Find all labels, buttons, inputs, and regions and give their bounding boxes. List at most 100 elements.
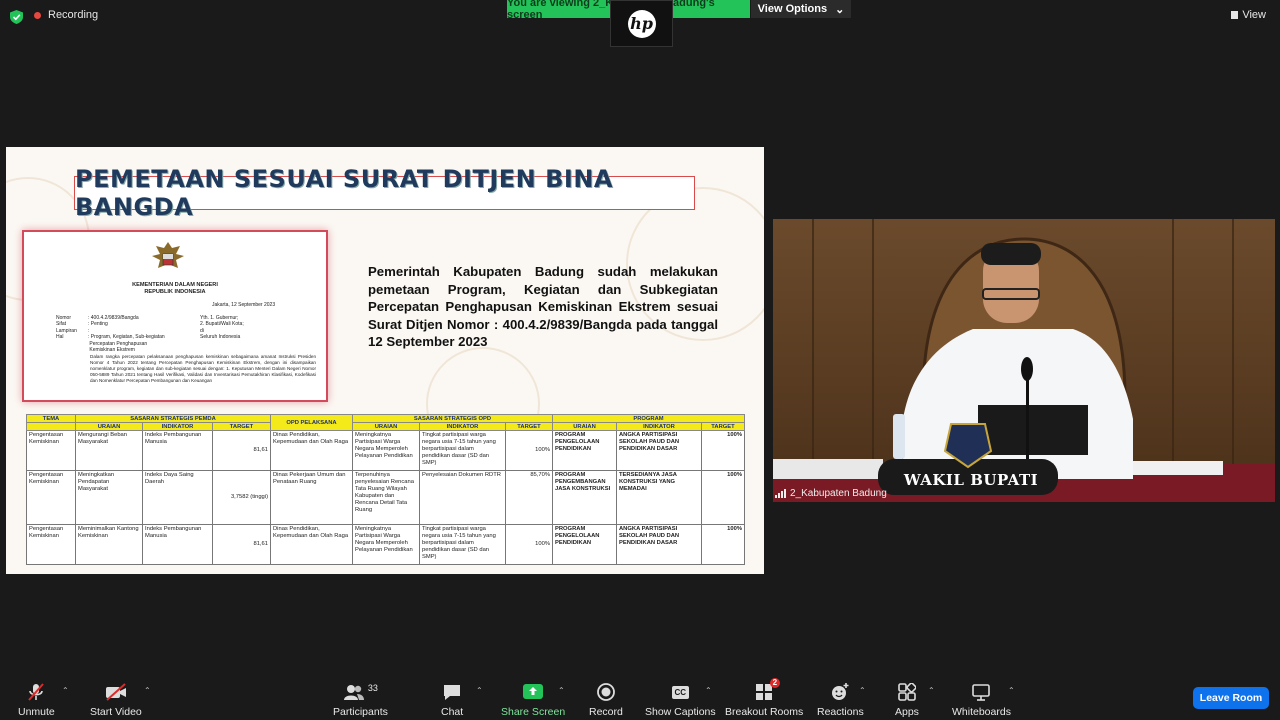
cell-prog-target: 100%: [701, 470, 745, 525]
participants-button[interactable]: 33 Participants: [333, 682, 388, 718]
video-options-caret[interactable]: ⌃: [144, 686, 151, 695]
reactions-button[interactable]: Reactions: [817, 682, 864, 718]
unmute-label: Unmute: [18, 706, 55, 718]
cell-prog-uraian: PROGRAM PENGELOLAAN PENDIDIKAN: [552, 524, 617, 565]
chat-label: Chat: [441, 706, 464, 718]
record-label: Record: [589, 706, 623, 718]
show-captions-label: Show Captions: [645, 706, 716, 718]
microphone-muted-icon: [26, 682, 46, 702]
cell-opd-indikator: Penyelesaian Dokumen RDTR: [419, 470, 506, 525]
participants-label: Participants: [333, 706, 388, 718]
cell-opd-pelaksana: Dinas Pekerjaan Umum dan Penataan Ruang: [270, 470, 353, 525]
cell-pemda-target: 3,7582 (tinggi): [212, 470, 271, 525]
reactions-options-caret[interactable]: ⌃: [859, 686, 866, 695]
top-bar: Recording You are viewing 2_Kabupaten Ba…: [0, 0, 1280, 47]
table-subheader: INDIKATOR: [142, 422, 213, 431]
apps-options-caret[interactable]: ⌃: [928, 686, 935, 695]
chat-options-caret[interactable]: ⌃: [476, 686, 483, 695]
apps-button[interactable]: Apps: [895, 682, 919, 718]
letter-date: Jakarta, 12 September 2023: [212, 302, 276, 308]
cell-pemda-indikator: Indeks Daya Saing Daerah: [142, 470, 213, 525]
meeting-toolbar: Unmute ⌃ Start Video ⌃ 33 Participants C…: [0, 672, 1280, 720]
slide-paragraph: Pemerintah Kabupaten Badung sudah melaku…: [368, 264, 718, 350]
hp-logo: hp: [627, 9, 656, 38]
cell-pemda-uraian: Meminimalkan Kantong Kemiskinan: [75, 524, 143, 565]
share-screen-label: Share Screen: [501, 706, 566, 718]
cell-pemda-uraian: Mengurangi Beban Masyarakat: [75, 430, 143, 471]
chat-button[interactable]: Chat: [441, 682, 463, 718]
chevron-down-icon: ⌄: [835, 3, 845, 16]
letter-meta-row: Kemiskinan Ekstrem: [88, 347, 135, 354]
recording-label: Recording: [48, 9, 99, 21]
table-subheader-empty: [26, 422, 76, 431]
letter-heading-line-2: REPUBLIK INDONESIA: [144, 289, 206, 295]
cell-opd-pelaksana: Dinas Pendidikan, Kepemudaan dan Olah Ra…: [270, 430, 353, 471]
reactions-label: Reactions: [817, 706, 864, 718]
letter-heading-line-1: KEMENTERIAN DALAM NEGERI: [132, 282, 218, 288]
participant-name-label: 2_Kabupaten Badung: [775, 488, 887, 499]
breakout-rooms-label: Breakout Rooms: [725, 706, 804, 718]
cell-prog-indikator: ANGKA PARTISIPASI SEKOLAH PAUD DAN PENDI…: [616, 524, 702, 565]
cell-pemda-target: 81,61: [212, 430, 271, 471]
captions-icon: CC: [671, 682, 690, 702]
cell-opd-uraian: Terpenuhinya penyelesaian Rencana Tata R…: [352, 470, 420, 525]
table-subheader: INDIKATOR: [616, 422, 702, 431]
view-button[interactable]: View: [1231, 9, 1266, 21]
record-icon: [596, 682, 616, 702]
shield-check-icon[interactable]: [10, 10, 23, 24]
table-subheader: TARGET: [212, 422, 271, 431]
cell-opd-target: 85,70%: [505, 470, 553, 525]
participants-count: 33: [367, 683, 378, 693]
table-header-pemda: SASARAN STRATEGIS PEMDA: [75, 414, 271, 423]
cell-pemda-uraian: Meningkatkan Pendapatan Masyarakat: [75, 470, 143, 525]
cell-tema: Pengentasan Kemiskinan: [26, 430, 76, 471]
breakout-rooms-button[interactable]: 2 Breakout Rooms: [725, 678, 804, 718]
participant-thumbnail[interactable]: hp: [610, 0, 673, 47]
cell-opd-indikator: Tingkat partisipasi warga negara usia 7-…: [419, 524, 506, 565]
cell-prog-indikator: ANGKA PARTISIPASI SEKOLAH PAUD DAN PENDI…: [616, 430, 702, 471]
emoji-plus-icon: [830, 682, 850, 702]
table-row: Pengentasan Kemiskinan Mengurangi Beban …: [26, 430, 745, 471]
slide-title: PEMETAAN SESUAI SURAT DITJEN BINA BANGDA: [74, 165, 695, 221]
captions-options-caret[interactable]: ⌃: [705, 686, 712, 695]
whiteboards-options-caret[interactable]: ⌃: [1008, 686, 1015, 695]
view-options-label: View Options: [757, 3, 828, 15]
table-subheader: TARGET: [701, 422, 745, 431]
table-header-opd-pelaksana: OPD PELAKSANA: [270, 414, 353, 431]
cell-opd-target: 100%: [505, 430, 553, 471]
share-screen-icon: [522, 682, 544, 702]
chat-bubble-icon: [442, 682, 462, 702]
cell-opd-target: 100%: [505, 524, 553, 565]
unmute-button[interactable]: Unmute: [18, 682, 55, 718]
table-header-tema: TEMA: [26, 414, 76, 423]
record-button[interactable]: Record: [589, 682, 623, 718]
start-video-button[interactable]: Start Video: [90, 682, 142, 718]
breakout-badge: 2: [769, 678, 781, 688]
table-row: Pengentasan Kemiskinan Meminimalkan Kant…: [26, 524, 745, 565]
table-row: Pengentasan Kemiskinan Meningkatkan Pend…: [26, 470, 745, 525]
share-options-caret[interactable]: ⌃: [558, 686, 565, 695]
cell-tema: Pengentasan Kemiskinan: [26, 524, 76, 565]
participant-video[interactable]: WAKIL BUPATI: [773, 219, 1275, 502]
participant-name: 2_Kabupaten Badung: [790, 488, 887, 499]
whiteboard-icon: [971, 682, 991, 702]
leave-room-button[interactable]: Leave Room: [1193, 687, 1269, 709]
unmute-options-caret[interactable]: ⌃: [62, 686, 69, 695]
share-screen-button[interactable]: Share Screen: [501, 682, 565, 718]
cell-prog-target: 100%: [701, 430, 745, 471]
cell-pemda-target: 81,61: [212, 524, 271, 565]
whiteboards-button[interactable]: Whiteboards: [952, 682, 1011, 718]
cell-prog-uraian: PROGRAM PENGEMBANGAN JASA KONSTRUKSI: [552, 470, 617, 525]
cell-pemda-indikator: Indeks Pembangunan Manusia: [142, 524, 213, 565]
recording-indicator[interactable]: Recording: [34, 9, 98, 21]
cell-opd-indikator: Tingkat partisipasi warga negara usia 7-…: [419, 430, 506, 471]
breakout-rooms-icon: 2: [755, 678, 781, 702]
table-subheader: TARGET: [505, 422, 553, 431]
start-video-label: Start Video: [90, 706, 142, 718]
garuda-emblem-icon: [152, 242, 184, 268]
cell-prog-target: 100%: [701, 524, 745, 565]
view-options-button[interactable]: View Options ⌄: [751, 0, 851, 18]
cell-pemda-indikator: Indeks Pembangunan Manusia: [142, 430, 213, 471]
participants-icon: 33: [343, 682, 378, 702]
leave-room-label: Leave Room: [1199, 692, 1263, 704]
